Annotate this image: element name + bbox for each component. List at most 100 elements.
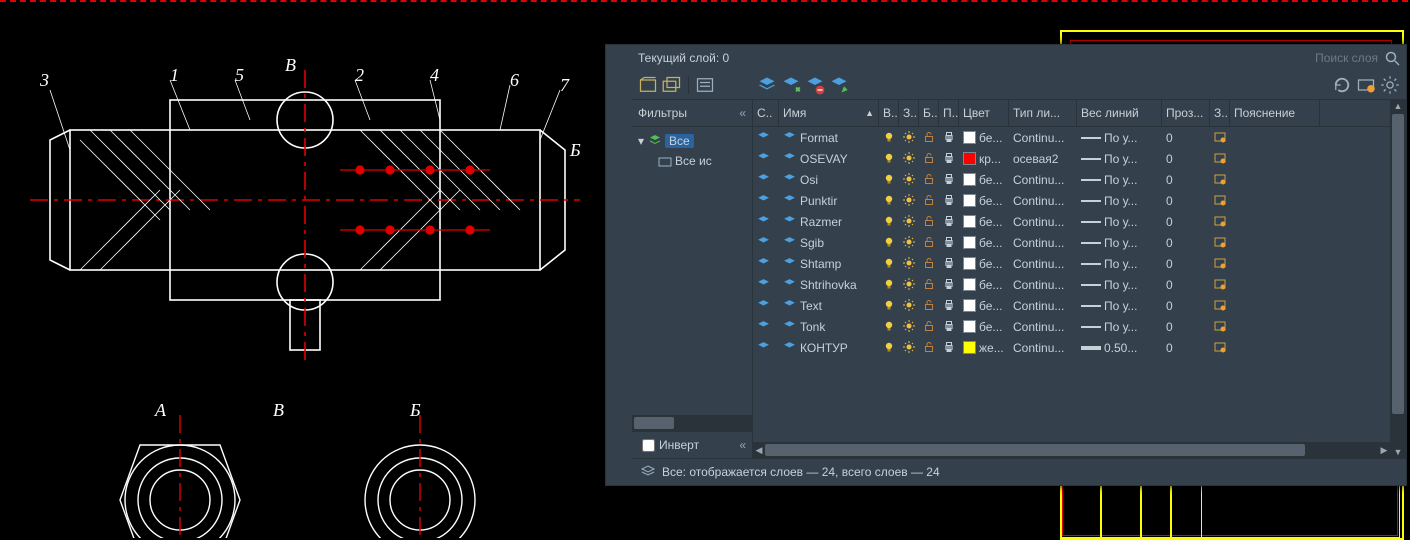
- col-description[interactable]: Пояснение: [1230, 100, 1320, 126]
- lock-icon[interactable]: [923, 131, 935, 144]
- vp-freeze-icon[interactable]: [1214, 131, 1226, 144]
- transparency-cell[interactable]: 0: [1162, 320, 1210, 334]
- bulb-icon[interactable]: [883, 194, 895, 207]
- linetype-cell[interactable]: Continu...: [1009, 236, 1077, 250]
- color-swatch[interactable]: [963, 257, 976, 270]
- search-icon[interactable]: [1384, 50, 1400, 66]
- scroll-down-icon[interactable]: ▼: [1390, 446, 1406, 458]
- print-icon[interactable]: [943, 341, 955, 354]
- lineweight-label[interactable]: По у...: [1104, 278, 1137, 292]
- sun-icon[interactable]: [903, 320, 915, 333]
- layer-row[interactable]: Sgibбе...Continu...По у...0: [753, 232, 1390, 253]
- col-vpfreeze[interactable]: З..: [1210, 100, 1230, 126]
- vp-freeze-icon[interactable]: [1214, 152, 1226, 165]
- vp-freeze-icon[interactable]: [1214, 278, 1226, 291]
- bulb-icon[interactable]: [883, 257, 895, 270]
- linetype-cell[interactable]: Continu...: [1009, 278, 1077, 292]
- vp-freeze-icon[interactable]: [1214, 215, 1226, 228]
- settings-icon[interactable]: [1380, 75, 1400, 95]
- scroll-left-icon[interactable]: ◀: [753, 442, 765, 458]
- transparency-cell[interactable]: 0: [1162, 131, 1210, 145]
- color-swatch[interactable]: [963, 299, 976, 312]
- lock-icon[interactable]: [923, 320, 935, 333]
- sun-icon[interactable]: [903, 341, 915, 354]
- bulb-icon[interactable]: [883, 152, 895, 165]
- table-hscroll[interactable]: ◀ ▶: [753, 442, 1390, 458]
- invert-checkbox[interactable]: [642, 439, 655, 452]
- transparency-cell[interactable]: 0: [1162, 341, 1210, 355]
- linetype-cell[interactable]: Continu...: [1009, 131, 1077, 145]
- lock-icon[interactable]: [923, 278, 935, 291]
- lineweight-label[interactable]: По у...: [1104, 173, 1137, 187]
- vp-freeze-icon[interactable]: [1214, 173, 1226, 186]
- print-icon[interactable]: [943, 173, 955, 186]
- col-plot[interactable]: П..: [939, 100, 959, 126]
- layer-row[interactable]: Formatбе...Continu...По у...0: [753, 127, 1390, 148]
- vp-freeze-icon[interactable]: [1214, 341, 1226, 354]
- bulb-icon[interactable]: [883, 341, 895, 354]
- transparency-cell[interactable]: 0: [1162, 215, 1210, 229]
- new-group-icon[interactable]: [662, 75, 682, 95]
- search-placeholder[interactable]: Поиск слоя: [1228, 51, 1384, 65]
- color-swatch[interactable]: [963, 215, 976, 228]
- layer-row[interactable]: Osiбе...Continu...По у...0: [753, 169, 1390, 190]
- lock-icon[interactable]: [923, 236, 935, 249]
- col-transparency[interactable]: Проз...: [1162, 100, 1210, 126]
- bulb-icon[interactable]: [883, 173, 895, 186]
- table-header[interactable]: С.. Имя▲ В.. З.. Б.. П.. Цвет Тип ли... …: [753, 100, 1390, 127]
- collapse-invert-icon[interactable]: «: [739, 438, 746, 452]
- color-swatch[interactable]: [963, 278, 976, 291]
- isolate-icon[interactable]: [1356, 75, 1376, 95]
- vp-freeze-icon[interactable]: [1214, 320, 1226, 333]
- print-icon[interactable]: [943, 257, 955, 270]
- layer-row[interactable]: OSEVAYкр...осевая2По у...0: [753, 148, 1390, 169]
- lineweight-label[interactable]: По у...: [1104, 131, 1137, 145]
- sun-icon[interactable]: [903, 152, 915, 165]
- col-status[interactable]: С..: [753, 100, 779, 126]
- lock-icon[interactable]: [923, 299, 935, 312]
- vp-freeze-icon[interactable]: [1214, 299, 1226, 312]
- print-icon[interactable]: [943, 299, 955, 312]
- bulb-icon[interactable]: [883, 278, 895, 291]
- bulb-icon[interactable]: [883, 131, 895, 144]
- layer-row[interactable]: КОНТУРже...Continu...0.50...0: [753, 337, 1390, 358]
- transparency-cell[interactable]: 0: [1162, 152, 1210, 166]
- lineweight-label[interactable]: По у...: [1104, 215, 1137, 229]
- lineweight-label[interactable]: По у...: [1104, 194, 1137, 208]
- vp-freeze-icon[interactable]: [1214, 194, 1226, 207]
- print-icon[interactable]: [943, 215, 955, 228]
- bulb-icon[interactable]: [883, 299, 895, 312]
- color-swatch[interactable]: [963, 131, 976, 144]
- layer-row[interactable]: Punktirбе...Continu...По у...0: [753, 190, 1390, 211]
- color-swatch[interactable]: [963, 236, 976, 249]
- refresh-icon[interactable]: [1332, 75, 1352, 95]
- sun-icon[interactable]: [903, 299, 915, 312]
- lock-icon[interactable]: [923, 194, 935, 207]
- linetype-cell[interactable]: Continu...: [1009, 194, 1077, 208]
- linetype-cell[interactable]: осевая2: [1009, 152, 1077, 166]
- sun-icon[interactable]: [903, 194, 915, 207]
- transparency-cell[interactable]: 0: [1162, 278, 1210, 292]
- new-layer-vp-icon[interactable]: [781, 75, 801, 95]
- bulb-icon[interactable]: [883, 236, 895, 249]
- transparency-cell[interactable]: 0: [1162, 299, 1210, 313]
- delete-layer-icon[interactable]: [805, 75, 825, 95]
- col-freeze[interactable]: З..: [899, 100, 919, 126]
- sun-icon[interactable]: [903, 236, 915, 249]
- new-layer-icon[interactable]: [757, 75, 777, 95]
- color-swatch[interactable]: [963, 152, 976, 165]
- lineweight-label[interactable]: По у...: [1104, 236, 1137, 250]
- color-swatch[interactable]: [963, 320, 976, 333]
- layer-row[interactable]: Shtrihovkaбе...Continu...По у...0: [753, 274, 1390, 295]
- filter-hscroll[interactable]: [632, 415, 752, 431]
- transparency-cell[interactable]: 0: [1162, 173, 1210, 187]
- tree-root[interactable]: ▾ Все: [632, 131, 752, 151]
- tree-child[interactable]: Все ис: [632, 151, 752, 171]
- col-lineweight[interactable]: Вес линий: [1077, 100, 1162, 126]
- set-current-icon[interactable]: [829, 75, 849, 95]
- linetype-cell[interactable]: Continu...: [1009, 257, 1077, 271]
- col-on[interactable]: В..: [879, 100, 899, 126]
- col-color[interactable]: Цвет: [959, 100, 1009, 126]
- linetype-cell[interactable]: Continu...: [1009, 173, 1077, 187]
- collapse-filters-icon[interactable]: «: [739, 106, 746, 120]
